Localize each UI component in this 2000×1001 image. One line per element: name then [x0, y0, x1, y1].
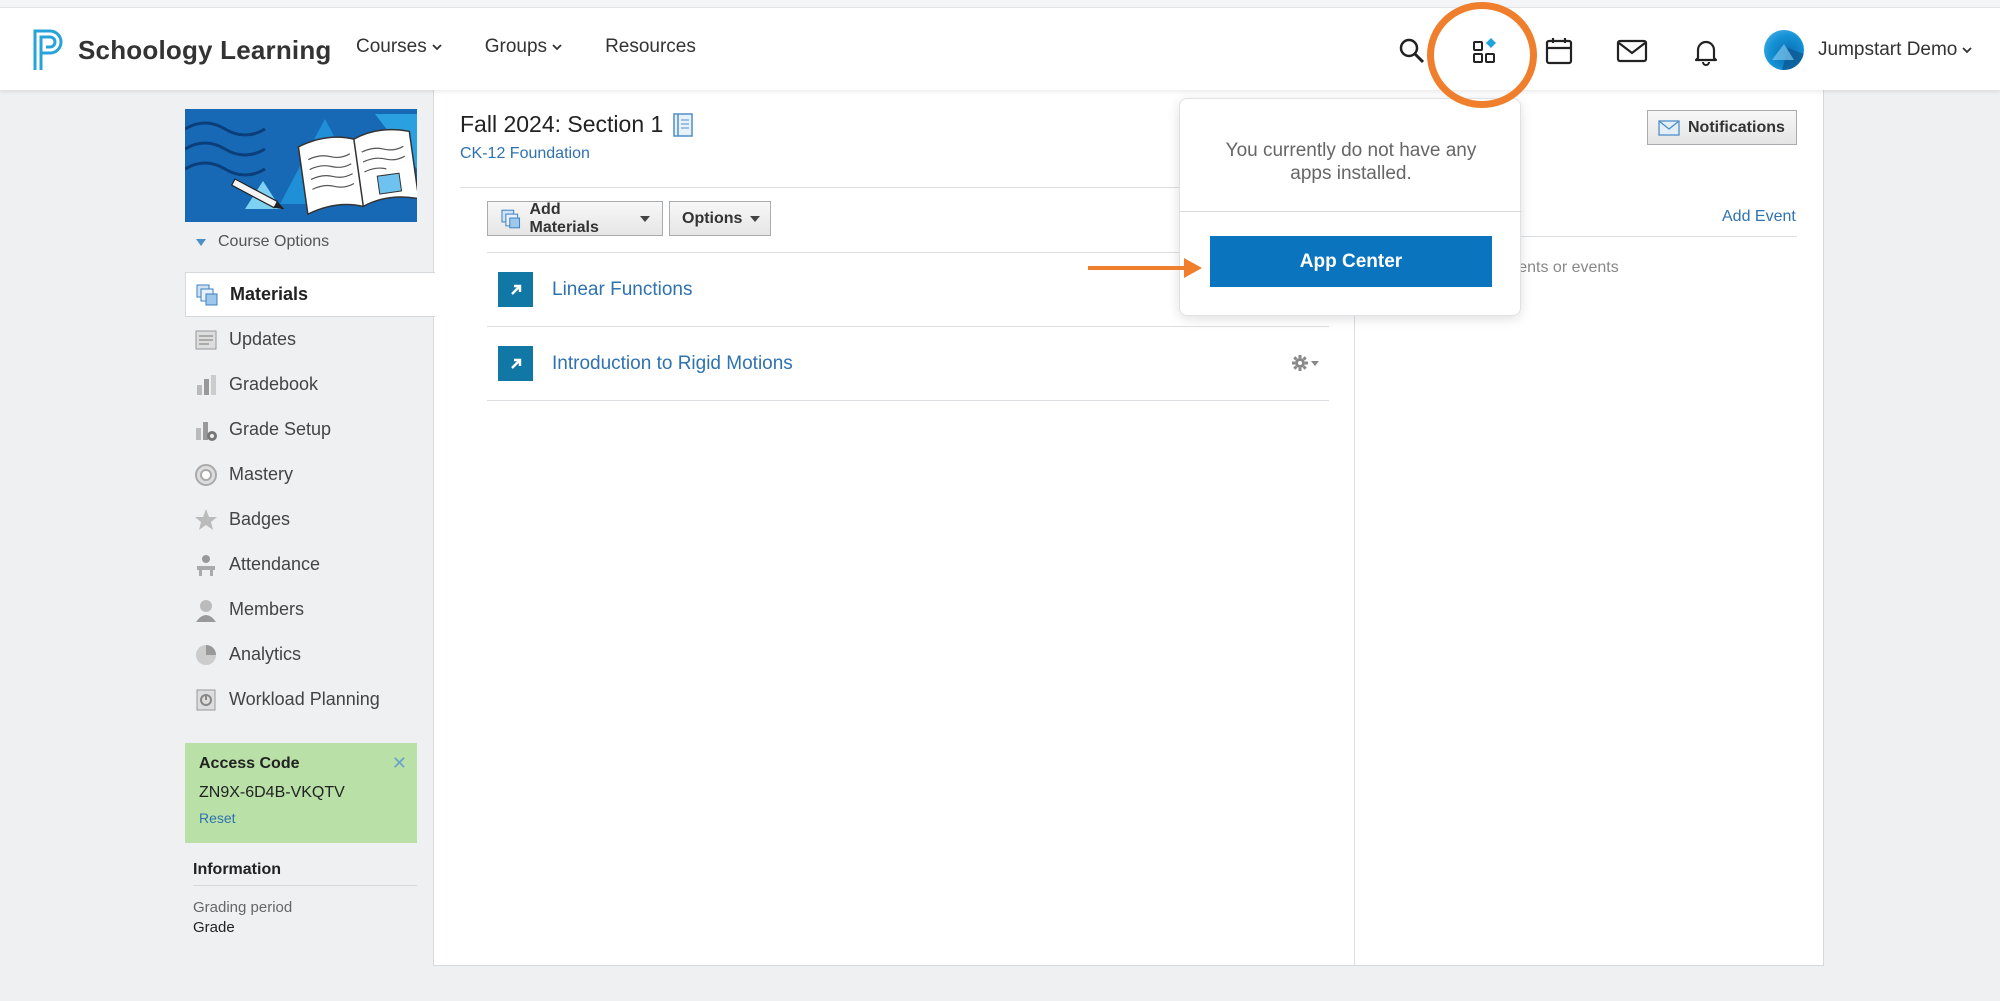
members-icon — [193, 597, 219, 623]
course-title: Fall 2024: Section 1 — [460, 111, 695, 138]
sidebar-item-mastery[interactable]: Mastery — [185, 452, 433, 497]
attendance-icon — [193, 552, 219, 578]
sidebar-item-grade-setup[interactable]: Grade Setup — [185, 407, 433, 452]
sidebar-item-label: Updates — [229, 329, 297, 349]
apps-dropdown-divider — [1180, 211, 1522, 212]
course-options-label: Course Options — [218, 233, 330, 250]
add-event-link[interactable]: Add Event — [1722, 208, 1796, 226]
notifications-button[interactable]: Notifications — [1647, 110, 1797, 145]
material-link[interactable]: Introduction to Rigid Motions — [552, 353, 793, 375]
user-menu[interactable]: Jumpstart Demo — [1764, 30, 1973, 70]
sidebar-item-updates[interactable]: Updates — [185, 317, 433, 362]
sidebar-item-gradebook[interactable]: Gradebook — [185, 362, 433, 407]
notifications-label: Notifications — [1688, 118, 1785, 136]
mail-icon[interactable] — [1615, 34, 1649, 68]
apps-dropdown: You currently do not have any apps insta… — [1179, 98, 1522, 316]
gear-icon[interactable] — [1291, 354, 1319, 372]
sidebar-item-label: Attendance — [229, 554, 321, 574]
sidebar-item-label: Badges — [229, 509, 291, 529]
avatar — [1764, 30, 1804, 70]
apps-icon[interactable] — [1469, 34, 1503, 68]
grade-label: Grade — [193, 919, 235, 936]
access-code-box: Access Code ZN9X-6D4B-VKQTV Reset ✕ — [185, 743, 417, 843]
notebook-icon[interactable] — [671, 112, 695, 138]
header-actions: Jumpstart Demo — [0, 30, 2000, 80]
arrow-right-icon — [1088, 258, 1202, 278]
sidebar-item-label: Grade Setup — [229, 419, 332, 439]
badges-icon — [193, 507, 219, 533]
sidebar-item-materials[interactable]: Materials — [185, 272, 435, 317]
envelope-icon — [1658, 119, 1680, 136]
material-link[interactable]: Linear Functions — [552, 279, 692, 301]
external-link-icon[interactable] — [498, 272, 533, 307]
access-code-reset-link[interactable]: Reset — [199, 810, 403, 826]
top-navigation-bar: Schoology Learning Courses Groups Resour… — [0, 8, 2000, 90]
user-name-wrap: Jumpstart Demo — [1818, 39, 1973, 61]
sidebar-item-attendance[interactable]: Attendance — [185, 542, 433, 587]
user-name: Jumpstart Demo — [1818, 39, 1958, 60]
sidebar-item-label: Materials — [230, 284, 309, 304]
course-options-toggle[interactable]: Course Options — [196, 233, 329, 251]
sidebar-item-analytics[interactable]: Analytics — [185, 632, 433, 677]
sidebar-item-label: Analytics — [229, 644, 302, 664]
sidebar-item-label: Members — [229, 599, 305, 619]
search-icon[interactable] — [1395, 34, 1429, 68]
course-sidebar-nav: Materials Updates Gradebook Grade Setup … — [185, 272, 435, 722]
add-materials-button[interactable]: Add Materials — [487, 201, 663, 236]
options-button[interactable]: Options — [669, 201, 771, 236]
sidebar-item-label: Gradebook — [229, 374, 319, 394]
chevron-down-icon — [1962, 47, 1973, 54]
mastery-icon — [193, 462, 219, 488]
materials-icon — [194, 282, 220, 308]
sidebar-item-members[interactable]: Members — [185, 587, 433, 632]
triangle-down-icon — [196, 238, 206, 246]
close-icon[interactable]: ✕ — [392, 753, 407, 774]
sidebar-item-badges[interactable]: Badges — [185, 497, 433, 542]
list-item: Introduction to Rigid Motions — [487, 327, 1329, 401]
sidebar-item-label: Workload Planning — [229, 689, 380, 709]
caret-down-icon — [1311, 360, 1319, 366]
bell-icon[interactable] — [1689, 34, 1723, 68]
workload-icon — [193, 687, 219, 713]
sidebar-item-label: Mastery — [229, 464, 294, 484]
caret-down-icon — [750, 215, 761, 222]
access-code-value: ZN9X-6D4B-VKQTV — [199, 784, 345, 801]
information-heading: Information — [193, 861, 417, 886]
course-title-text: Fall 2024: Section 1 — [460, 111, 664, 137]
add-materials-icon — [501, 209, 521, 228]
app-center-button[interactable]: App Center — [1210, 236, 1492, 287]
course-image — [185, 109, 417, 222]
gradebook-icon — [193, 372, 219, 398]
external-link-icon[interactable] — [498, 346, 533, 381]
browser-top-strip — [0, 0, 2000, 8]
calendar-icon[interactable] — [1542, 34, 1576, 68]
grading-period-label: Grading period — [193, 899, 293, 916]
sidebar-item-workload-planning[interactable]: Workload Planning — [185, 677, 433, 722]
options-label: Options — [682, 209, 743, 227]
no-apps-message: You currently do not have any apps insta… — [1225, 140, 1477, 184]
access-code-title: Access Code — [199, 755, 300, 772]
analytics-icon — [193, 642, 219, 668]
updates-icon — [193, 327, 219, 353]
course-subtitle-link[interactable]: CK-12 Foundation — [460, 145, 590, 163]
grade-setup-icon — [193, 417, 219, 443]
add-materials-label: Add Materials — [529, 200, 599, 236]
caret-down-icon — [640, 215, 650, 222]
